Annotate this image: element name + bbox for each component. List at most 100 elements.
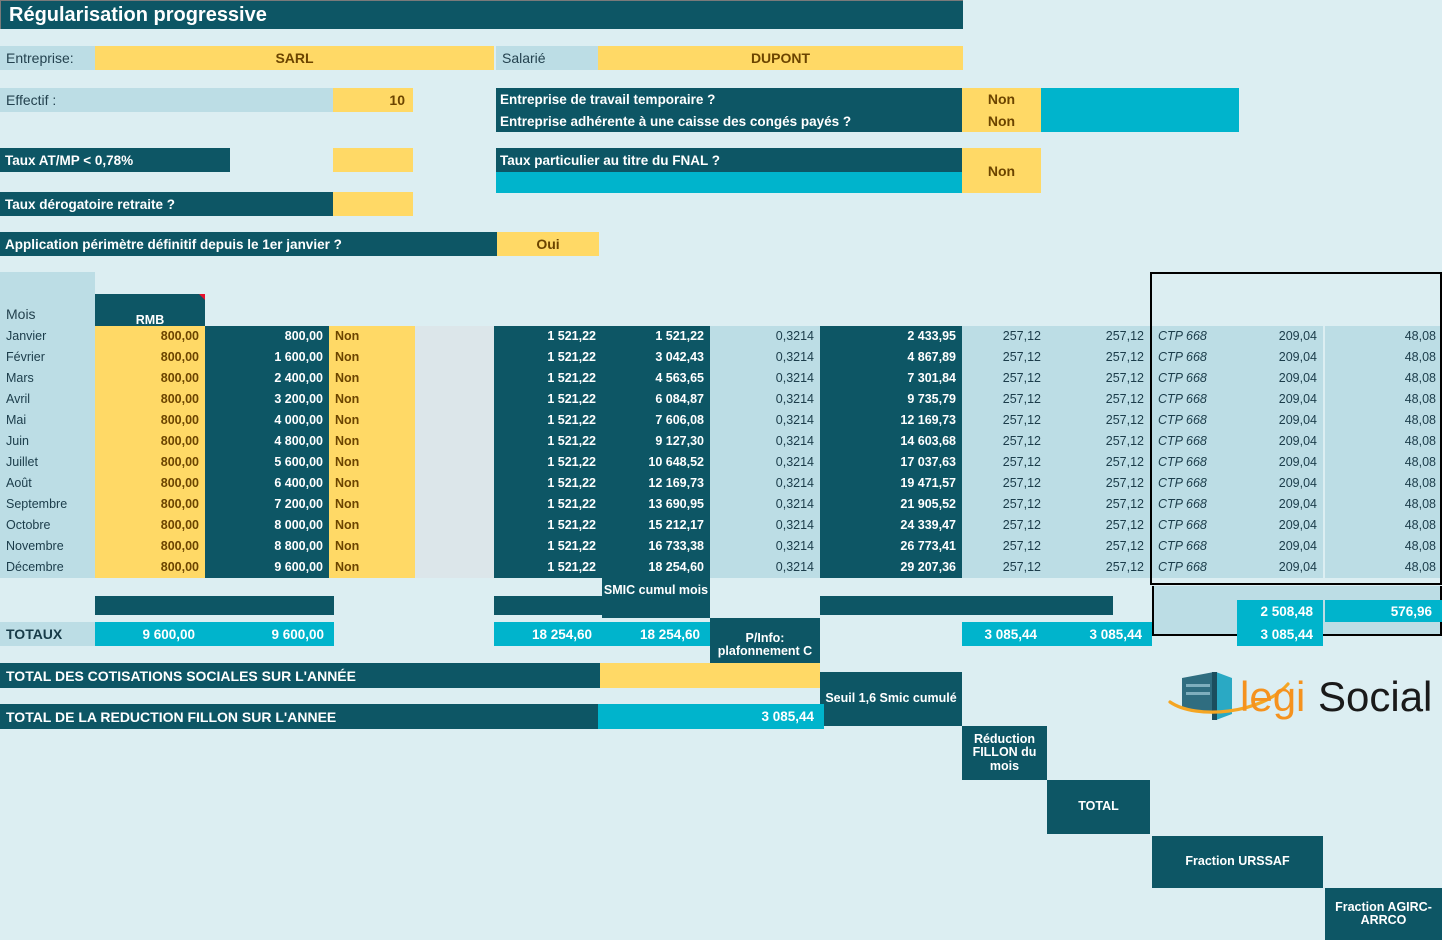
entreprise-input[interactable]: SARL: [95, 46, 494, 70]
taux-derogatoire-input[interactable]: [333, 192, 413, 216]
cell-smic_du_mois[interactable]: 1 521,22: [494, 557, 602, 578]
cell-total[interactable]: 257,12: [1047, 326, 1150, 347]
cell-reduction[interactable]: 257,12: [962, 368, 1047, 389]
cell-smic_du_mois[interactable]: 1 521,22: [494, 494, 602, 515]
cell-ctp[interactable]: CTP 668: [1152, 410, 1238, 431]
cell-urssaf[interactable]: 209,04: [1238, 389, 1323, 410]
cell-smic_cumul_mois[interactable]: 3 042,43: [602, 347, 710, 368]
cell-pinfo[interactable]: 0,3214: [710, 536, 820, 557]
cell-rmb[interactable]: 800,00: [95, 536, 205, 557]
cell-cumul_rmb[interactable]: 9 600,00: [205, 557, 329, 578]
cell-pinfo[interactable]: 0,3214: [710, 452, 820, 473]
cell-reduction[interactable]: 257,12: [962, 347, 1047, 368]
cell-mois[interactable]: Juillet: [0, 452, 95, 473]
cell-mois[interactable]: Septembre: [0, 494, 95, 515]
cell-pinfo[interactable]: 0,3214: [710, 515, 820, 536]
cell-cumul_rmb[interactable]: 800,00: [205, 326, 329, 347]
cell-smic_du_mois_vide[interactable]: [415, 515, 494, 536]
cell-smic_cumul_mois[interactable]: 13 690,95: [602, 494, 710, 515]
cell-seuil[interactable]: 29 207,36: [820, 557, 962, 578]
perimetre-select[interactable]: Oui: [497, 232, 599, 256]
cell-urssaf[interactable]: 209,04: [1238, 515, 1323, 536]
cell-cumul_rmb[interactable]: 3 200,00: [205, 389, 329, 410]
totaux-fraction-urssaf[interactable]: 3 085,44: [1237, 622, 1323, 646]
cell-smic_recalcule[interactable]: Non: [329, 494, 415, 515]
cell-seuil[interactable]: 26 773,41: [820, 536, 962, 557]
cell-urssaf[interactable]: 209,04: [1238, 536, 1323, 557]
cell-smic_du_mois_vide[interactable]: [415, 410, 494, 431]
cell-reduction[interactable]: 257,12: [962, 431, 1047, 452]
cell-urssaf[interactable]: 209,04: [1238, 368, 1323, 389]
totaux-rmb[interactable]: 9 600,00: [95, 622, 205, 646]
cell-smic_recalcule[interactable]: Non: [329, 389, 415, 410]
cell-rmb[interactable]: 800,00: [95, 473, 205, 494]
cell-reduction[interactable]: 257,12: [962, 536, 1047, 557]
cell-agirc[interactable]: 48,08: [1325, 557, 1442, 578]
cell-pinfo[interactable]: 0,3214: [710, 410, 820, 431]
totaux-total[interactable]: 3 085,44: [1047, 622, 1152, 646]
cell-pinfo[interactable]: 0,3214: [710, 347, 820, 368]
cell-urssaf[interactable]: 209,04: [1238, 473, 1323, 494]
cell-smic_du_mois[interactable]: 1 521,22: [494, 473, 602, 494]
cell-reduction[interactable]: 257,12: [962, 494, 1047, 515]
cell-ctp[interactable]: CTP 668: [1152, 326, 1238, 347]
cell-urssaf[interactable]: 209,04: [1238, 494, 1323, 515]
cell-seuil[interactable]: 17 037,63: [820, 452, 962, 473]
cell-mois[interactable]: Avril: [0, 389, 95, 410]
totaux-cumul-rmb[interactable]: 9 600,00: [205, 622, 334, 646]
cell-agirc[interactable]: 48,08: [1325, 389, 1442, 410]
cell-ctp[interactable]: CTP 668: [1152, 536, 1238, 557]
cell-smic_recalcule[interactable]: Non: [329, 515, 415, 536]
cell-cumul_rmb[interactable]: 8 800,00: [205, 536, 329, 557]
cell-seuil[interactable]: 9 735,79: [820, 389, 962, 410]
cell-smic_du_mois_vide[interactable]: [415, 368, 494, 389]
cell-cumul_rmb[interactable]: 6 400,00: [205, 473, 329, 494]
cell-rmb[interactable]: 800,00: [95, 410, 205, 431]
cell-total[interactable]: 257,12: [1047, 368, 1150, 389]
cell-reduction[interactable]: 257,12: [962, 452, 1047, 473]
cell-smic_du_mois_vide[interactable]: [415, 347, 494, 368]
cell-smic_recalcule[interactable]: Non: [329, 410, 415, 431]
cell-mois[interactable]: Novembre: [0, 536, 95, 557]
cell-cumul_rmb[interactable]: 7 200,00: [205, 494, 329, 515]
cell-agirc[interactable]: 48,08: [1325, 347, 1442, 368]
cell-smic_du_mois[interactable]: 1 521,22: [494, 389, 602, 410]
cell-urssaf[interactable]: 209,04: [1238, 557, 1323, 578]
travail-temporaire-select[interactable]: Non: [962, 88, 1041, 110]
cell-seuil[interactable]: 19 471,57: [820, 473, 962, 494]
cell-smic_recalcule[interactable]: Non: [329, 326, 415, 347]
cell-pinfo[interactable]: 0,3214: [710, 494, 820, 515]
cell-cumul_rmb[interactable]: 5 600,00: [205, 452, 329, 473]
cell-mois[interactable]: Juin: [0, 431, 95, 452]
cell-ctp[interactable]: CTP 668: [1152, 347, 1238, 368]
cell-smic_du_mois[interactable]: 1 521,22: [494, 515, 602, 536]
cell-rmb[interactable]: 800,00: [95, 368, 205, 389]
cell-pinfo[interactable]: 0,3214: [710, 557, 820, 578]
cell-ctp[interactable]: CTP 668: [1152, 368, 1238, 389]
cell-smic_du_mois_vide[interactable]: [415, 389, 494, 410]
cell-total[interactable]: 257,12: [1047, 347, 1150, 368]
totaux-reduction[interactable]: 3 085,44: [962, 622, 1047, 646]
cell-pinfo[interactable]: 0,3214: [710, 473, 820, 494]
cell-seuil[interactable]: 24 339,47: [820, 515, 962, 536]
cell-urssaf[interactable]: 209,04: [1238, 347, 1323, 368]
cell-mois[interactable]: Décembre: [0, 557, 95, 578]
cell-ctp[interactable]: CTP 668: [1152, 494, 1238, 515]
cell-agirc[interactable]: 48,08: [1325, 536, 1442, 557]
cell-agirc[interactable]: 48,08: [1325, 326, 1442, 347]
salarie-input[interactable]: DUPONT: [598, 46, 963, 70]
cell-ctp[interactable]: CTP 668: [1152, 389, 1238, 410]
cell-smic_du_mois[interactable]: 1 521,22: [494, 326, 602, 347]
cell-urssaf[interactable]: 209,04: [1238, 326, 1323, 347]
cell-smic_recalcule[interactable]: Non: [329, 473, 415, 494]
cell-total[interactable]: 257,12: [1047, 494, 1150, 515]
cell-rmb[interactable]: 800,00: [95, 515, 205, 536]
cell-cumul_rmb[interactable]: 8 000,00: [205, 515, 329, 536]
cell-smic_du_mois[interactable]: 1 521,22: [494, 536, 602, 557]
cell-mois[interactable]: Février: [0, 347, 95, 368]
cell-smic_du_mois_vide[interactable]: [415, 452, 494, 473]
cell-smic_du_mois_vide[interactable]: [415, 536, 494, 557]
cell-smic_du_mois_vide[interactable]: [415, 557, 494, 578]
cell-pinfo[interactable]: 0,3214: [710, 326, 820, 347]
cell-mois[interactable]: Août: [0, 473, 95, 494]
